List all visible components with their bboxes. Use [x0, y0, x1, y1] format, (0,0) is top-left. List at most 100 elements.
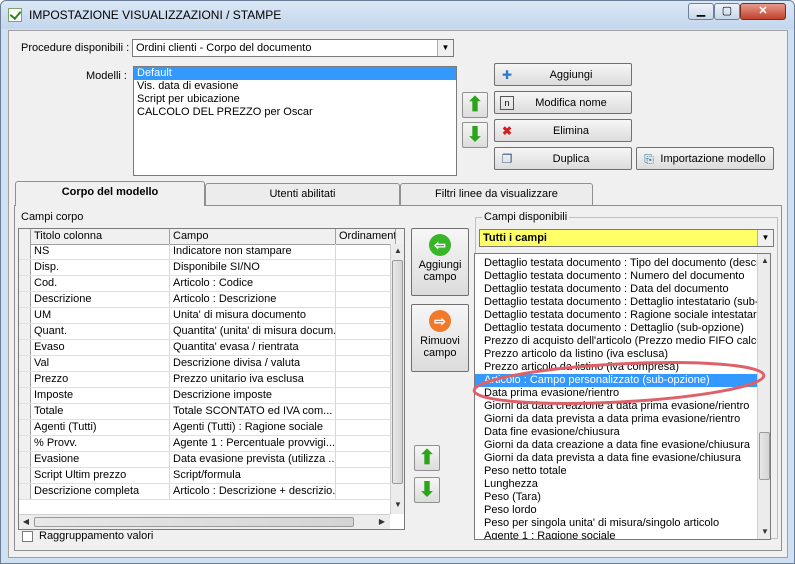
cell-titolo[interactable]: Imposte [31, 388, 170, 403]
cell-titolo[interactable]: Cod. [31, 276, 170, 291]
cell-ordinamento[interactable] [336, 372, 396, 387]
campo-disponibile-item[interactable]: Giorni da data creazione a data fine eva… [475, 439, 757, 452]
close-button[interactable]: ✕ [740, 3, 786, 20]
campo-disponibile-item[interactable]: Giorni da data creazione a data prima ev… [475, 400, 757, 413]
cell-campo[interactable]: Agente 1 : Percentuale provvigi... [170, 436, 336, 451]
tab-corpo-del-modello[interactable]: Corpo del modello [15, 181, 205, 206]
cell-ordinamento[interactable] [336, 260, 396, 275]
campo-disponibile-item[interactable]: Articolo : Campo personalizzato (sub-opz… [475, 374, 757, 387]
scroll-thumb[interactable] [392, 260, 403, 484]
table-row[interactable]: Descrizione Articolo : Descrizione [19, 292, 396, 308]
cell-titolo[interactable]: NS [31, 244, 170, 259]
table-row[interactable]: Descrizione completa Articolo : Descrizio… [19, 484, 396, 500]
campo-disponibile-item[interactable]: Prezzo articolo da listino (iva compresa… [475, 361, 757, 374]
tab-filtri-linee[interactable]: Filtri linee da visualizzare [400, 183, 593, 205]
cell-titolo[interactable]: Val [31, 356, 170, 371]
cell-titolo[interactable]: % Provv. [31, 436, 170, 451]
cell-campo[interactable]: Agenti (Tutti) : Ragione sociale [170, 420, 336, 435]
move-field-down-button[interactable]: ⬇ [414, 477, 440, 503]
table-row[interactable]: Prezzo Prezzo unitario iva esclusa [19, 372, 396, 388]
campo-disponibile-item[interactable]: Prezzo articolo da listino (iva esclusa) [475, 348, 757, 361]
campo-disponibile-item[interactable]: Dettaglio testata documento : Dettaglio … [475, 322, 757, 335]
cell-ordinamento[interactable] [336, 308, 396, 323]
chevron-down-icon[interactable]: ▼ [757, 230, 773, 246]
row-indicator[interactable] [19, 404, 31, 419]
table-row[interactable]: Agenti (Tutti) Agenti (Tutti) : Ragione s… [19, 420, 396, 436]
row-indicator[interactable] [19, 340, 31, 355]
row-indicator[interactable] [19, 436, 31, 451]
table-row[interactable]: Evasione Data evasione prevista (utilizza… [19, 452, 396, 468]
table-row[interactable]: Quant. Quantita' (unita' di misura docum.… [19, 324, 396, 340]
scroll-thumb[interactable] [759, 432, 770, 480]
cell-campo[interactable]: Unita' di misura documento [170, 308, 336, 323]
row-indicator[interactable] [19, 420, 31, 435]
cell-ordinamento[interactable] [336, 356, 396, 371]
col-ordinamento[interactable]: Ordinamento [336, 229, 396, 244]
aggiungi-button[interactable]: ✚ Aggiungi [494, 63, 632, 86]
cell-campo[interactable]: Totale SCONTATO ed IVA com... [170, 404, 336, 419]
cell-ordinamento[interactable] [336, 484, 396, 499]
tab-utenti-abilitati[interactable]: Utenti abilitati [205, 183, 400, 205]
cell-titolo[interactable]: Disp. [31, 260, 170, 275]
raggruppamento-checkbox[interactable] [22, 531, 33, 542]
cell-titolo[interactable]: Quant. [31, 324, 170, 339]
cell-ordinamento[interactable] [336, 276, 396, 291]
scroll-up-arrow-icon[interactable]: ▲ [391, 244, 404, 258]
modelli-list[interactable]: Default Vis. data di evasione Script per… [133, 66, 457, 176]
row-indicator[interactable] [19, 324, 31, 339]
cell-ordinamento[interactable] [336, 452, 396, 467]
maximize-button[interactable]: ▢ [714, 3, 740, 20]
move-up-model-button[interactable]: ⬆ [462, 92, 488, 118]
row-indicator[interactable] [19, 260, 31, 275]
campo-disponibile-item[interactable]: Peso netto totale [475, 465, 757, 478]
cell-ordinamento[interactable] [336, 324, 396, 339]
row-indicator[interactable] [19, 388, 31, 403]
campo-disponibile-item[interactable]: Peso lordo [475, 504, 757, 517]
cell-ordinamento[interactable] [336, 420, 396, 435]
campo-disponibile-item[interactable]: Peso (Tara) [475, 491, 757, 504]
table-row[interactable]: Totale Totale SCONTATO ed IVA com... [19, 404, 396, 420]
scroll-up-arrow-icon[interactable]: ▲ [758, 254, 770, 268]
cell-titolo[interactable]: UM [31, 308, 170, 323]
cell-ordinamento[interactable] [336, 468, 396, 483]
cell-campo[interactable]: Descrizione imposte [170, 388, 336, 403]
cell-titolo[interactable]: Descrizione completa [31, 484, 170, 499]
scroll-left-arrow-icon[interactable]: ◀ [19, 515, 33, 529]
cell-titolo[interactable]: Evaso [31, 340, 170, 355]
move-field-up-button[interactable]: ⬆ [414, 445, 440, 471]
row-indicator[interactable] [19, 308, 31, 323]
row-indicator[interactable] [19, 452, 31, 467]
table-row[interactable]: Val Descrizione divisa / valuta [19, 356, 396, 372]
row-indicator[interactable] [19, 292, 31, 307]
table-row[interactable]: Cod. Articolo : Codice [19, 276, 396, 292]
cell-campo[interactable]: Articolo : Descrizione [170, 292, 336, 307]
table-row[interactable]: Evaso Quantita' evasa / rientrata [19, 340, 396, 356]
campo-disponibile-item[interactable]: Agente 1 : Ragione sociale [475, 530, 757, 539]
cell-ordinamento[interactable] [336, 388, 396, 403]
scroll-down-arrow-icon[interactable]: ▼ [758, 525, 770, 539]
campo-disponibile-item[interactable]: Lunghezza [475, 478, 757, 491]
row-indicator[interactable] [19, 468, 31, 483]
col-campo[interactable]: Campo [170, 229, 336, 244]
grid-horizontal-scrollbar[interactable]: ◀ ▶ [19, 514, 390, 529]
rimuovi-campo-button[interactable]: ⇨ Rimuovi campo [411, 304, 469, 372]
campo-disponibile-item[interactable]: Giorni da data prevista a data prima eva… [475, 413, 757, 426]
cell-campo[interactable]: Articolo : Codice [170, 276, 336, 291]
table-row[interactable]: UM Unita' di misura documento [19, 308, 396, 324]
aggiungi-campo-button[interactable]: ⇦ Aggiungi campo [411, 228, 469, 296]
cell-ordinamento[interactable] [336, 404, 396, 419]
cell-titolo[interactable]: Descrizione [31, 292, 170, 307]
move-down-model-button[interactable]: ⬇ [462, 122, 488, 148]
minimize-button[interactable]: ▁ [688, 3, 714, 20]
campo-disponibile-item[interactable]: Dettaglio testata documento : Dettaglio … [475, 296, 757, 309]
grid-vertical-scrollbar[interactable]: ▲ ▼ [390, 244, 404, 514]
cell-campo[interactable]: Articolo : Descrizione + descrizio... [170, 484, 336, 499]
campo-disponibile-item[interactable]: Dettaglio testata documento : Data del d… [475, 283, 757, 296]
campo-disponibile-item[interactable]: Data fine evasione/chiusura [475, 426, 757, 439]
cell-campo[interactable]: Indicatore non stampare [170, 244, 336, 259]
elimina-button[interactable]: ✖ Elimina [494, 119, 632, 142]
cell-campo[interactable]: Descrizione divisa / valuta [170, 356, 336, 371]
cell-campo[interactable]: Script/formula [170, 468, 336, 483]
campo-disponibile-item[interactable]: Data prima evasione/rientro [475, 387, 757, 400]
cell-ordinamento[interactable] [336, 340, 396, 355]
